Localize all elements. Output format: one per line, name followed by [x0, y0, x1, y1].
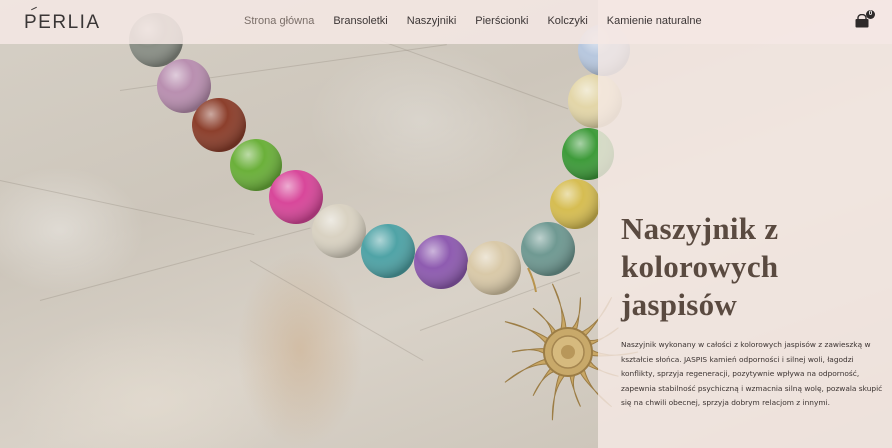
- nav-item-home[interactable]: Strona główna: [244, 15, 314, 27]
- cart-count-badge: 0: [866, 10, 875, 19]
- jasper-bead-shine: [312, 204, 366, 258]
- hero-description: Naszyjnik wykonany w całości z kolorowyc…: [621, 340, 883, 407]
- sun-ray: [511, 348, 547, 356]
- nav-item-rings[interactable]: Pierścionki: [475, 15, 528, 27]
- jasper-bead-shine: [361, 224, 415, 278]
- sun-ray: [504, 321, 551, 347]
- hero-title: Naszyjnik z kolorowych jaspisów: [621, 211, 779, 322]
- jasper-bead-shine: [192, 98, 246, 152]
- jasper-bead-shine: [467, 241, 521, 295]
- sun-ray: [569, 371, 581, 407]
- jasper-bead-shine: [269, 170, 323, 224]
- nav-item-necklaces[interactable]: Naszyjniki: [407, 15, 457, 27]
- sun-ray: [568, 297, 581, 332]
- nav-item-earrings[interactable]: Kolczyki: [547, 15, 587, 27]
- logo-accent-mark: [31, 6, 37, 11]
- main-nav: Strona główna Bransoletki Naszyjniki Pie…: [244, 15, 702, 27]
- nav-item-natural-stones[interactable]: Kamienie naturalne: [607, 15, 702, 27]
- sun-ray: [551, 372, 567, 421]
- sun-ray: [551, 283, 567, 333]
- nav-item-bracelets[interactable]: Bransoletki: [333, 15, 387, 27]
- site-header: PERLIA Strona główna Bransoletki Naszyjn…: [0, 0, 892, 44]
- jasper-bead-shine: [414, 235, 468, 289]
- brand-logo[interactable]: PERLIA: [24, 12, 101, 34]
- jasper-bead-shine: [550, 179, 600, 229]
- jasper-bead-shine: [521, 222, 575, 276]
